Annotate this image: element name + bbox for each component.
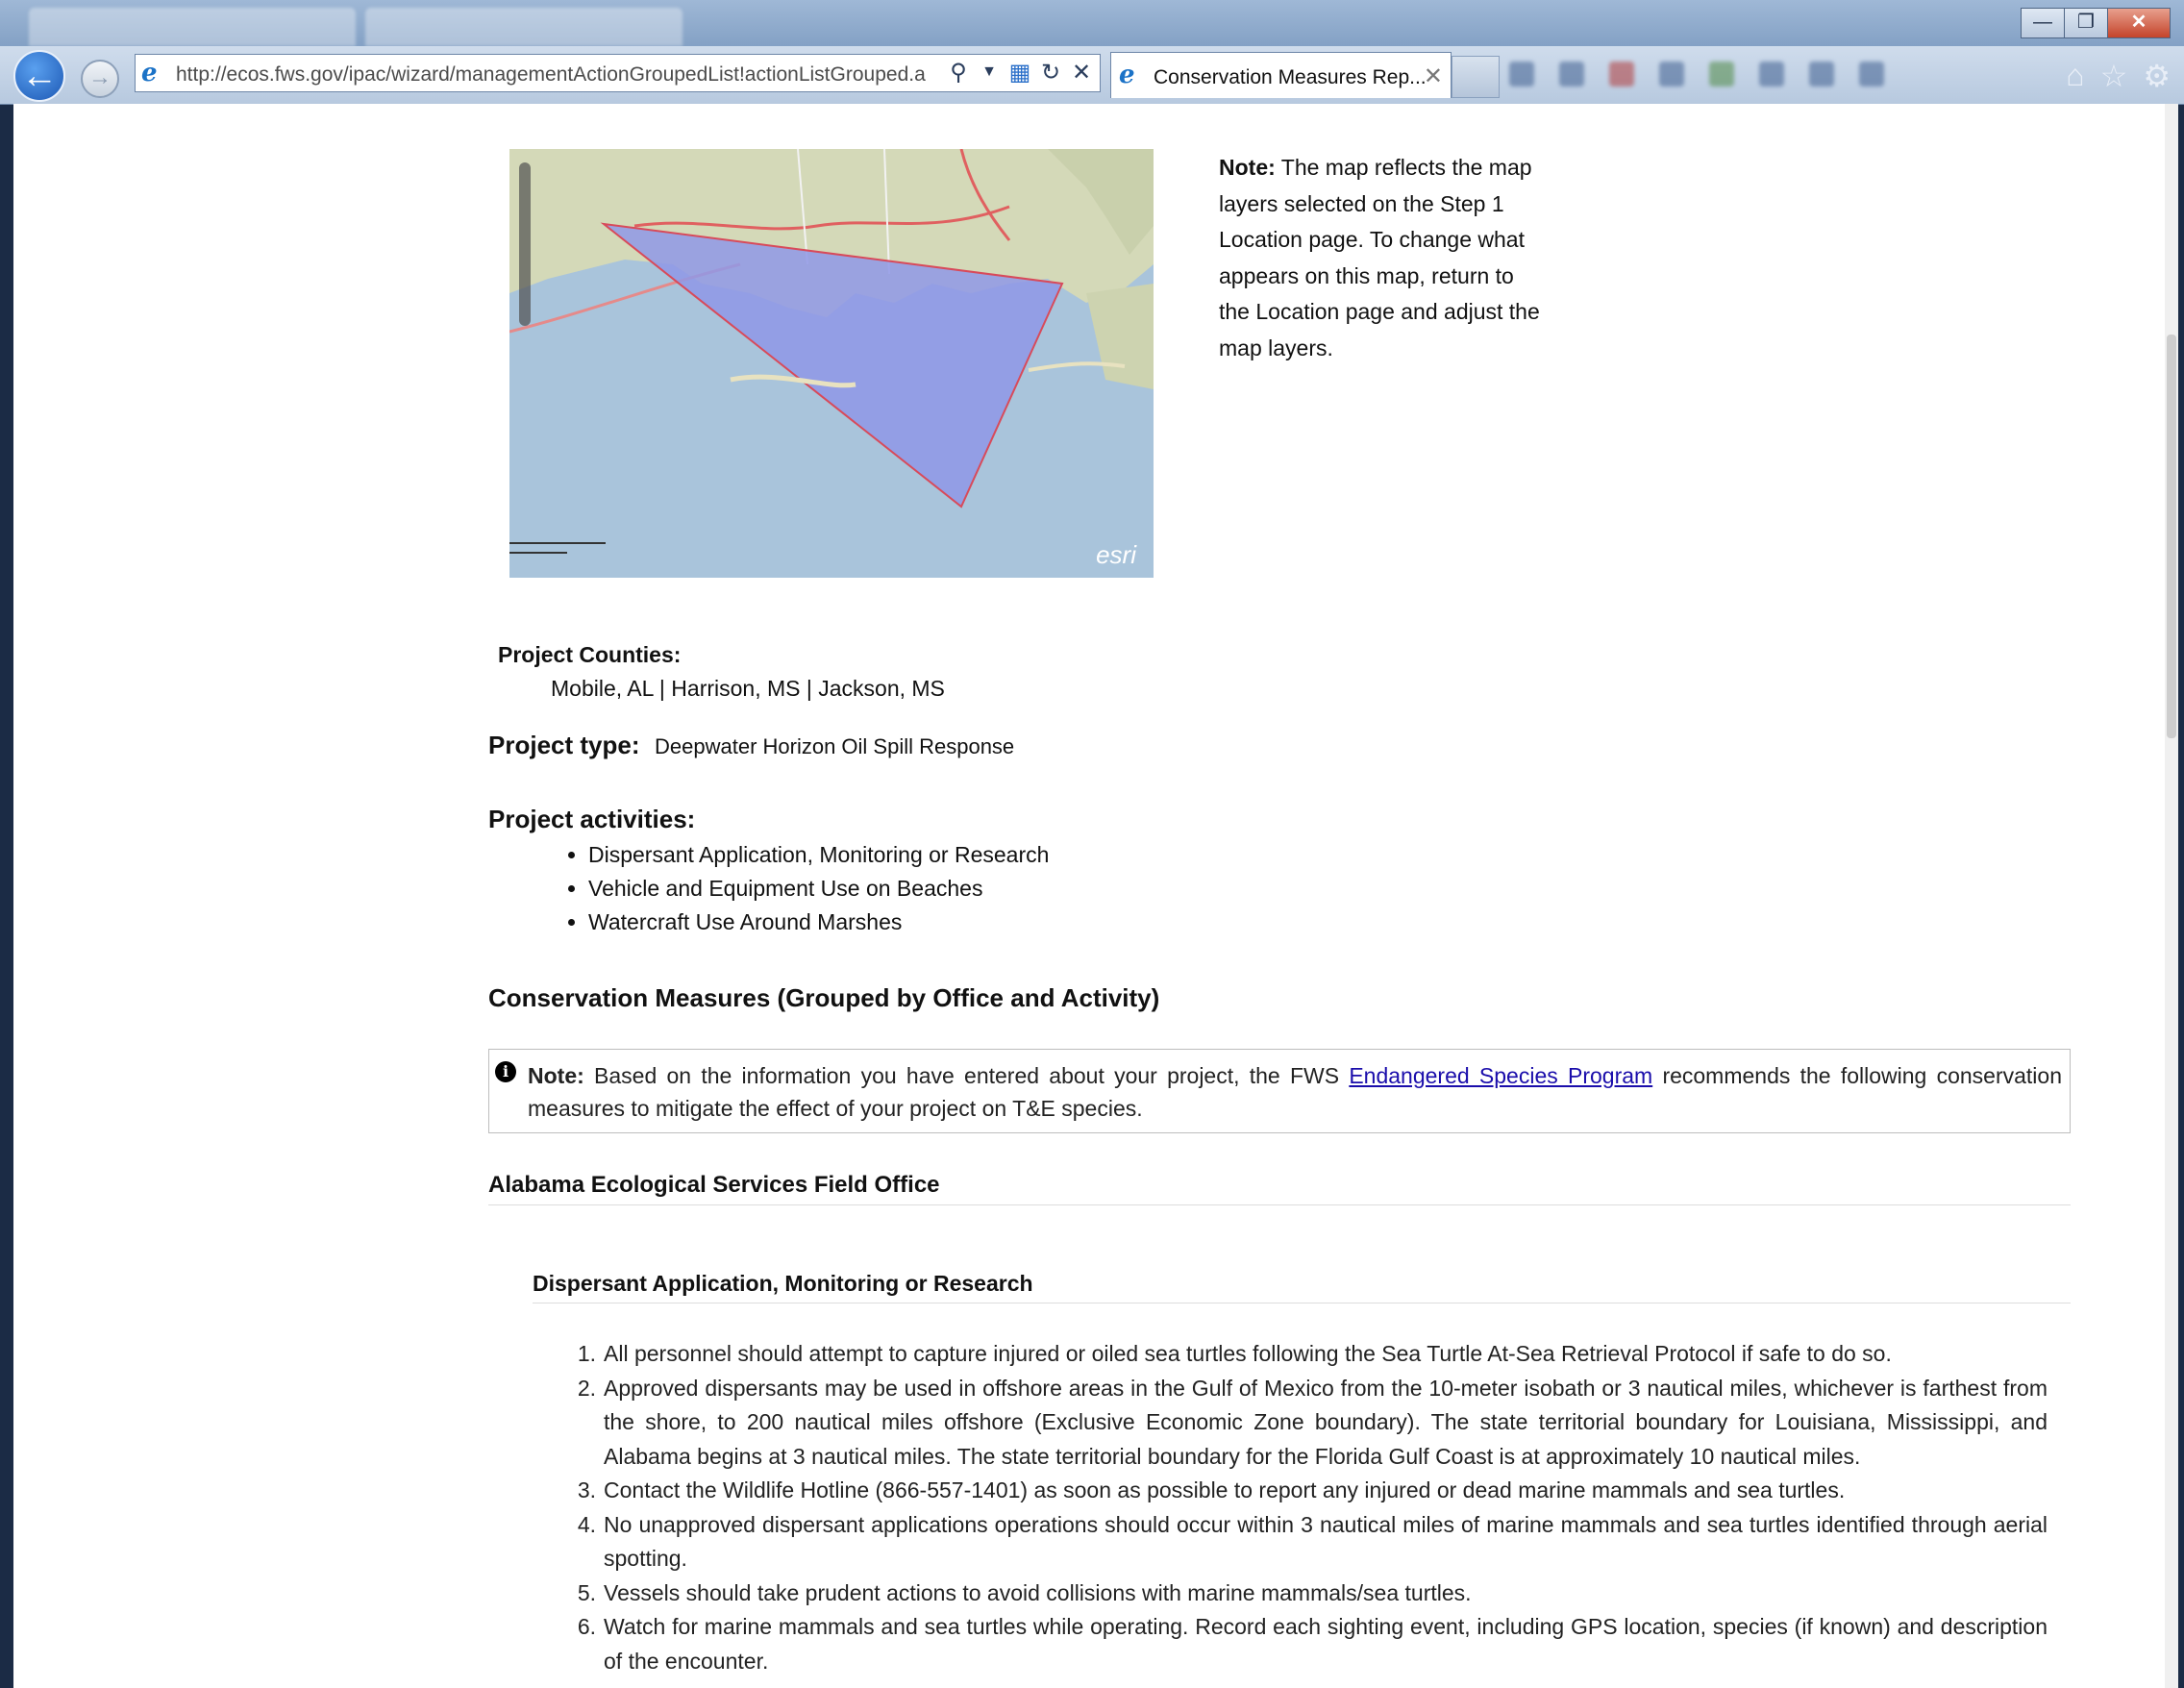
forward-button[interactable]: → — [81, 60, 119, 98]
url-text[interactable]: http://ecos.fws.gov/ipac/wizard/manageme… — [176, 63, 1003, 87]
list-item: 2. Approved dispersants may be used in of… — [578, 1372, 2048, 1475]
tab-conservation-measures[interactable]: e Conservation Measures Rep... ✕ — [1110, 52, 1452, 98]
stop-icon[interactable]: ✕ — [1069, 59, 1094, 87]
project-activities-list: Dispersant Application, Monitoring or Re… — [547, 838, 1049, 939]
background-tab[interactable] — [365, 8, 682, 46]
item-number: 2. — [577, 1375, 596, 1401]
list-item: 1. All personnel should attempt to captur… — [578, 1337, 2048, 1372]
address-bar[interactable]: e http://ecos.fws.gov/ipac/wizard/manage… — [135, 54, 1101, 92]
project-counties-label: Project Counties: — [498, 642, 682, 667]
endangered-species-program-link[interactable]: Endangered Species Program — [1349, 1063, 1652, 1088]
list-item: 3. Contact the Wildlife Hotline (866-557-… — [578, 1474, 2048, 1508]
conservation-note-box: i Note: Based on the information you hav… — [488, 1049, 2071, 1133]
item-number: 1. — [577, 1341, 596, 1366]
vertical-scrollbar[interactable] — [2165, 104, 2178, 1688]
list-item: 4. No unapproved dispersant applications … — [578, 1508, 2048, 1576]
project-counties-value: Mobile, AL | Harrison, MS | Jackson, MS — [551, 676, 945, 701]
search-icon[interactable]: ⚲ — [946, 59, 971, 87]
measures-list: 1. All personnel should attempt to captur… — [578, 1337, 2048, 1678]
minimize-button[interactable]: — — [2021, 8, 2065, 38]
project-type-label: Project type: — [488, 731, 640, 759]
window-controls: — ❐ ✕ — [2021, 8, 2171, 38]
ie-page-icon: e — [141, 59, 158, 87]
item-number: 6. — [577, 1614, 596, 1639]
background-tab[interactable] — [29, 8, 356, 46]
item-text: Approved dispersants may be used in offs… — [604, 1375, 2048, 1469]
note-text-before: Based on the information you have entere… — [594, 1063, 1340, 1088]
item-text: Contact the Wildlife Hotline (866-557-14… — [604, 1477, 1846, 1502]
list-item: Dispersant Application, Monitoring or Re… — [588, 838, 1049, 872]
arrow-left-icon: ← — [21, 56, 58, 96]
item-number: 4. — [577, 1511, 596, 1537]
list-item: 5. Vessels should take prudent actions to… — [578, 1576, 2048, 1611]
compatibility-view-icon[interactable]: ▦ — [1007, 59, 1032, 87]
gear-icon[interactable]: ⚙ — [2143, 58, 2171, 94]
page-content: esri Note: The map reflects the map laye… — [13, 104, 2178, 1688]
dropdown-icon[interactable]: ▼ — [977, 59, 1002, 87]
tab-close-icon[interactable]: ✕ — [1424, 62, 1443, 90]
item-text: Vessels should take prudent actions to a… — [604, 1579, 1472, 1605]
map-note-label: Note: — [1219, 155, 1276, 180]
map-graphic — [509, 149, 1154, 578]
esri-logo: esri — [1096, 540, 1136, 569]
arrow-right-icon: → — [88, 64, 112, 90]
back-button[interactable]: ← — [13, 50, 65, 102]
favorites-star-icon[interactable]: ☆ — [2100, 58, 2128, 94]
address-tools: ⚲ ▼ ▦ ↻ ✕ — [946, 59, 1094, 87]
close-window-button[interactable]: ✕ — [2107, 8, 2171, 38]
map-note-text: The map reflects the map layers selected… — [1219, 155, 1540, 360]
project-activities-label: Project activities: — [488, 805, 696, 833]
browser-navbar: ← → e http://ecos.fws.gov/ipac/wizard/ma… — [0, 46, 2184, 105]
list-item: Watercraft Use Around Marshes — [588, 906, 1049, 939]
item-text: Watch for marine mammals and sea turtles… — [604, 1614, 2048, 1674]
blurred-toolbar — [1509, 62, 2067, 90]
project-map[interactable]: esri — [509, 149, 1154, 578]
conservation-measures-title: Conservation Measures (Grouped by Office… — [488, 983, 1160, 1012]
note-label: Note: — [528, 1063, 584, 1088]
ie-tab-icon: e — [1119, 61, 1135, 89]
refresh-icon[interactable]: ↻ — [1038, 59, 1063, 87]
restore-button[interactable]: ❐ — [2064, 8, 2108, 38]
project-type-value: Deepwater Horizon Oil Spill Response — [655, 734, 1015, 758]
new-tab-button[interactable] — [1452, 56, 1500, 98]
map-note: Note: The map reflects the map layers se… — [1219, 150, 1546, 366]
office-title: Alabama Ecological Services Field Office — [488, 1172, 2071, 1205]
item-number: 5. — [577, 1579, 596, 1605]
home-icon[interactable]: ⌂ — [2066, 58, 2084, 94]
list-item: 6. Watch for marine mammals and sea turtl… — [578, 1610, 2048, 1678]
item-number: 3. — [577, 1477, 596, 1502]
browser-icons: ⌂ ☆ ⚙ — [2066, 58, 2171, 94]
item-text: All personnel should attempt to capture … — [604, 1341, 1892, 1366]
info-icon: i — [495, 1061, 516, 1082]
list-item: Vehicle and Equipment Use on Beaches — [588, 872, 1049, 906]
tab-title: Conservation Measures Rep... — [1154, 66, 1427, 88]
activity-title: Dispersant Application, Monitoring or Re… — [533, 1271, 2071, 1303]
item-text: No unapproved dispersant applications op… — [604, 1511, 2048, 1572]
map-zoom-slider[interactable] — [519, 162, 531, 326]
scrollbar-thumb[interactable] — [2167, 335, 2176, 738]
